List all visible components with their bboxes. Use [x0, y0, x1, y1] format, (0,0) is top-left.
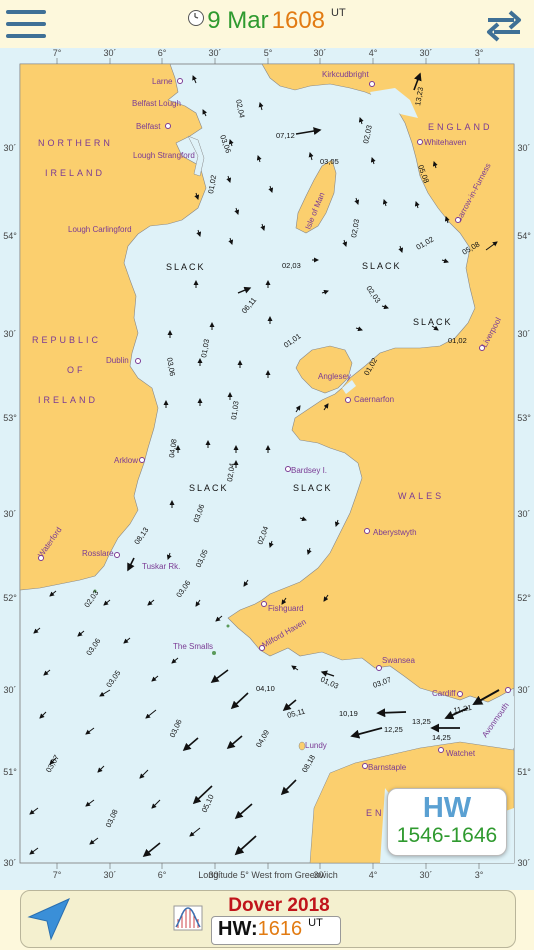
- region-label: WALES: [398, 491, 444, 501]
- place-label: Belfast: [136, 122, 161, 131]
- right-tick-label: 52°: [517, 593, 531, 603]
- tidal-rate-label: 14,25: [432, 733, 451, 742]
- slack-label: SLACK: [362, 261, 402, 271]
- region-label: EN: [366, 808, 385, 818]
- hw-title: HW: [422, 792, 472, 824]
- tidal-rate-label: 07,12: [276, 131, 295, 140]
- map-canvas: 7° 30´ 6° 30´ 5° 30´ 4° 30´ 3° 7° 30´ 6°…: [0, 48, 534, 890]
- left-tick-label: 30´: [3, 858, 16, 868]
- top-tick-label: 3°: [475, 48, 484, 58]
- place-label: Anglesey: [318, 372, 351, 381]
- region-label: IRELAND: [38, 395, 98, 405]
- place-label: Fishguard: [268, 604, 304, 613]
- place-label: Tuskar Rk.: [142, 562, 180, 571]
- slack-label: SLACK: [189, 483, 229, 493]
- place-label: Watchet: [446, 749, 476, 758]
- port-panel[interactable]: Dover 2018 HW:1616 UT: [20, 890, 516, 948]
- place-label: Aberystwyth: [373, 528, 417, 537]
- place-label: Belfast Lough: [132, 99, 181, 108]
- right-tick-label: 51°: [517, 767, 531, 777]
- top-tick-label: 30´: [313, 48, 326, 58]
- tidal-rate-label: 13,25: [412, 717, 431, 726]
- hw-time-value: 1616: [257, 918, 303, 940]
- bottom-tick-label: 30´: [103, 870, 116, 880]
- slack-label: SLACK: [413, 317, 453, 327]
- tidal-rate-label: 10,19: [339, 709, 358, 718]
- left-tick-label: 52°: [3, 593, 17, 603]
- place-label: Swansea: [382, 656, 415, 665]
- bottom-tick-label: 7°: [53, 870, 62, 880]
- left-tick-label: 30´: [3, 143, 16, 153]
- swap-arrows-icon[interactable]: [484, 8, 524, 42]
- right-tick-label: 30´: [517, 509, 530, 519]
- left-tick-label: 54°: [3, 231, 17, 241]
- top-tick-label: 30´: [419, 48, 432, 58]
- slack-label: SLACK: [166, 262, 206, 272]
- bottom-tick-label: 6°: [158, 870, 167, 880]
- tidal-rate-label: 02,03: [282, 261, 301, 270]
- place-label: Bardsey I.: [291, 466, 327, 475]
- hw-time-suffix: UT: [308, 917, 323, 929]
- right-tick-label: 53°: [517, 413, 531, 423]
- place-label: Arklow: [114, 456, 138, 465]
- place-label: Larne: [152, 77, 173, 86]
- longitude-caption: Longitude 5° West from Greenwich: [198, 870, 338, 880]
- date-time-display[interactable]: 9 Mar 1608 UT: [0, 7, 534, 35]
- slack-label: SLACK: [293, 483, 333, 493]
- top-tick-label: 30´: [208, 48, 221, 58]
- time-suffix: UT: [331, 7, 346, 19]
- right-tick-label: 30´: [517, 858, 530, 868]
- left-tick-label: 30´: [3, 509, 16, 519]
- left-tick-label: 30´: [3, 329, 16, 339]
- clock-icon: [188, 10, 205, 26]
- region-label: OF: [67, 365, 86, 375]
- time-label: 1608: [271, 7, 326, 34]
- place-label: Whitehaven: [424, 138, 466, 147]
- top-tick-label: 4°: [369, 48, 378, 58]
- region-label: ENGLAND: [428, 122, 493, 132]
- right-tick-label: 30´: [517, 685, 530, 695]
- tidal-rate-label: 12,25: [384, 725, 403, 734]
- hw-window-panel[interactable]: HW 1546-1646: [387, 788, 507, 856]
- left-tick-label: 53°: [3, 413, 17, 423]
- left-tick-label: 51°: [3, 767, 17, 777]
- tidal-rate-label: 03,05: [320, 157, 339, 166]
- place-label: Dublin: [106, 356, 129, 365]
- tide-curve-icon[interactable]: [173, 905, 203, 931]
- port-name: Dover 2018: [228, 895, 330, 916]
- hw-time-display[interactable]: HW:1616 UT: [211, 916, 341, 945]
- hw-time-label: HW:: [218, 918, 258, 940]
- date-label: 9 Mar: [207, 7, 269, 34]
- bottom-tick-label: 4°: [369, 870, 378, 880]
- place-label: Cardiff: [432, 689, 456, 698]
- bottom-bar: Dover 2018 HW:1616 UT: [0, 890, 534, 950]
- region-label: REPUBLIC: [32, 335, 101, 345]
- top-tick-label: 7°: [53, 48, 62, 58]
- tidal-rate-label: 04,10: [256, 684, 275, 693]
- region-label: IRELAND: [45, 168, 105, 178]
- place-label: Caernarfon: [354, 395, 394, 404]
- top-tick-label: 30´: [103, 48, 116, 58]
- region-label: NORTHERN: [38, 138, 113, 148]
- location-arrow-icon[interactable]: [25, 895, 73, 943]
- tidal-stream-map[interactable]: 7° 30´ 6° 30´ 5° 30´ 4° 30´ 3° 7° 30´ 6°…: [0, 48, 534, 890]
- top-tick-label: 6°: [158, 48, 167, 58]
- bottom-tick-label: 3°: [475, 870, 484, 880]
- place-label: Barnstaple: [368, 763, 407, 772]
- hw-range: 1546-1646: [396, 824, 498, 847]
- place-label: Lough Strangford: [133, 151, 195, 160]
- right-tick-label: 54°: [517, 231, 531, 241]
- place-label: Kirkcudbright: [322, 70, 369, 79]
- place-label: The Smalls: [173, 642, 213, 651]
- right-tick-label: 30´: [517, 143, 530, 153]
- tidal-rate-label: 01,02: [448, 336, 467, 345]
- place-label: Rosslare: [82, 549, 114, 558]
- place-label: Lough Carlingford: [68, 225, 132, 234]
- place-label: Lundy: [305, 741, 327, 750]
- left-tick-label: 30´: [3, 685, 16, 695]
- top-bar: 9 Mar 1608 UT: [0, 0, 534, 48]
- top-tick-label: 5°: [264, 48, 273, 58]
- bottom-tick-label: 30´: [419, 870, 432, 880]
- right-tick-label: 30´: [517, 329, 530, 339]
